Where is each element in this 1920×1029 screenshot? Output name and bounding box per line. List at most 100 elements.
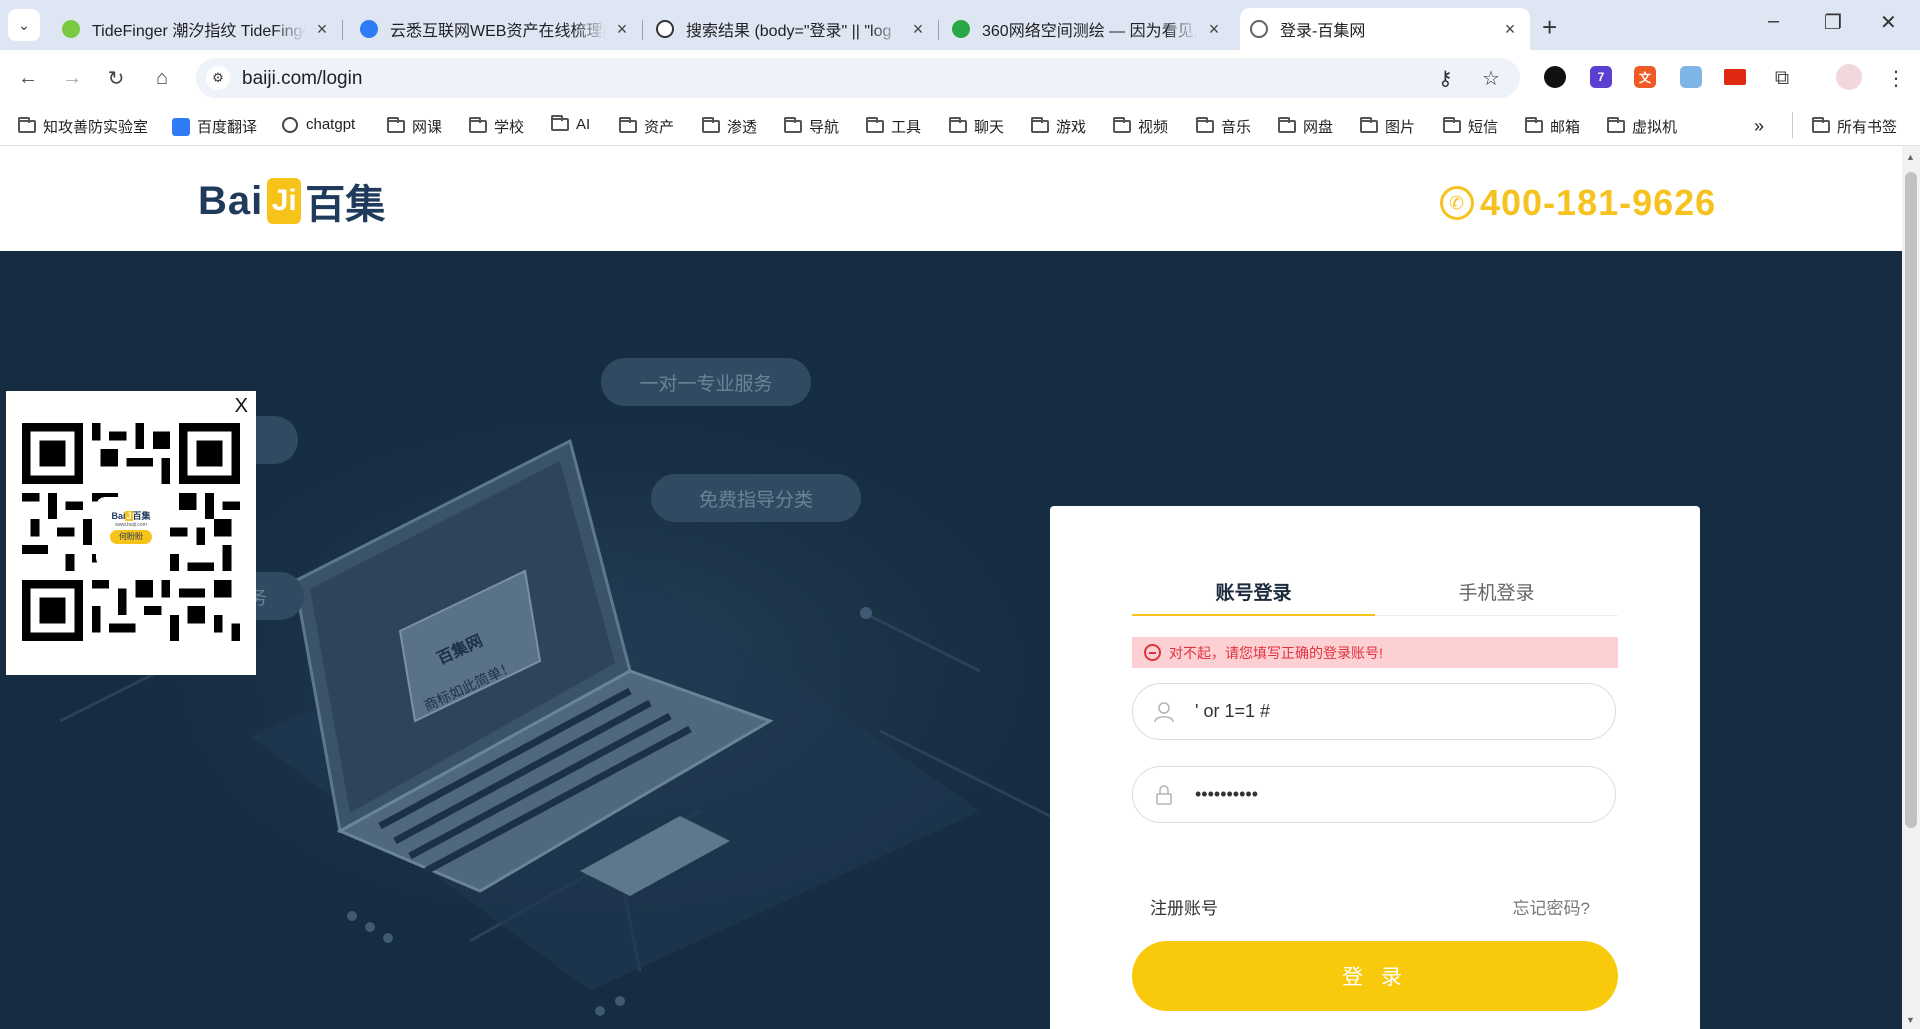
username-input[interactable] <box>1195 701 1575 722</box>
bookmark-label: 导航 <box>809 119 840 136</box>
password-input[interactable] <box>1195 784 1575 805</box>
bookmark-item[interactable]: 音乐 <box>1196 116 1251 137</box>
close-icon[interactable]: × <box>312 19 332 40</box>
extensions-puzzle-icon[interactable]: ⧉ <box>1766 62 1798 94</box>
extension-robot-icon[interactable] <box>1680 66 1702 88</box>
baiji-logo[interactable]: Bai Ji 百集 <box>198 176 385 227</box>
fofa-favicon-icon <box>656 20 674 38</box>
bookmark-label: 图片 <box>1385 119 1416 136</box>
qr-close-button[interactable]: X <box>235 395 248 418</box>
extension-translate-icon[interactable]: 文 <box>1634 66 1656 88</box>
page-viewport: Bai Ji 百集 ✆ 400-181-9626 百集网 商标如此简单！ 一对一… <box>0 146 1902 1029</box>
tab-title: 搜索结果 (body="登录" || "log <box>686 23 892 40</box>
restore-button[interactable]: ❐ <box>1824 10 1842 35</box>
site-info-icon[interactable]: ⚙ <box>206 66 230 90</box>
scroll-up-arrow-icon[interactable]: ▲ <box>1906 152 1915 162</box>
bookmark-item[interactable]: chatgpt <box>282 116 355 133</box>
tab-yunxi[interactable]: 云悉互联网WEB资产在线梳理| × <box>350 8 643 50</box>
profile-avatar[interactable] <box>1836 64 1862 90</box>
bookmark-item[interactable]: 游戏 <box>1031 116 1086 137</box>
home-button[interactable]: ⌂ <box>146 62 178 94</box>
bookmark-item[interactable]: 虚拟机 <box>1607 116 1677 137</box>
scroll-down-arrow-icon[interactable]: ▼ <box>1906 1015 1915 1025</box>
bookmark-label: 网盘 <box>1303 119 1334 136</box>
back-button[interactable]: ← <box>12 62 44 94</box>
hotline: ✆ 400-181-9626 <box>1440 182 1716 224</box>
login-tabs: 账号登录 手机登录 <box>1132 578 1618 616</box>
tab-tidefinger[interactable]: TideFinger 潮汐指纹 TideFinger × <box>52 8 343 50</box>
password-key-icon[interactable]: ⚷ <box>1438 66 1453 91</box>
bookmark-item[interactable]: 渗透 <box>702 116 757 137</box>
bookmark-item[interactable]: 视频 <box>1113 116 1168 137</box>
restore-icon: ❐ <box>1824 12 1842 34</box>
bookmark-label: 音乐 <box>1221 119 1252 136</box>
reload-icon: ↻ <box>107 67 125 90</box>
bookmark-item[interactable]: 聊天 <box>949 116 1004 137</box>
lock-icon <box>1133 784 1195 806</box>
more-bookmarks-button[interactable]: » <box>1754 116 1764 137</box>
bookmark-item[interactable]: 网课 <box>387 116 442 137</box>
bookmark-item[interactable]: 工具 <box>866 116 921 137</box>
bookmark-item[interactable]: 导航 <box>784 116 839 137</box>
bookmark-star-icon[interactable]: ☆ <box>1482 66 1500 91</box>
extension-circle-icon[interactable] <box>1544 66 1566 88</box>
arrow-right-icon: → <box>62 66 82 89</box>
close-icon[interactable]: × <box>1500 19 1520 40</box>
close-icon[interactable]: × <box>908 19 928 40</box>
tab-separator <box>342 20 343 40</box>
chevron-double-right-icon: » <box>1754 116 1765 136</box>
error-minus-circle-icon <box>1144 644 1161 661</box>
folder-icon <box>702 117 720 133</box>
all-bookmarks-button[interactable]: 所有书签 <box>1812 116 1897 137</box>
bookmark-item[interactable]: 资产 <box>619 116 674 137</box>
forgot-password-link[interactable]: 忘记密码? <box>1513 894 1590 919</box>
qr-logo-chinese: 百集 <box>132 511 151 521</box>
close-icon[interactable]: × <box>1204 19 1224 40</box>
bookmark-label: 视频 <box>1138 119 1169 136</box>
folder-icon <box>1360 117 1378 133</box>
menu-kebab-icon[interactable]: ⋮ <box>1880 62 1912 94</box>
bookmark-label: 游戏 <box>1056 119 1087 136</box>
bookmark-item[interactable]: 图片 <box>1360 116 1415 137</box>
minimize-button[interactable]: – <box>1768 10 1779 33</box>
page-scrollbar[interactable]: ▲ ▼ <box>1902 146 1920 1029</box>
username-field[interactable] <box>1132 683 1616 740</box>
tab-fofa-search[interactable]: 搜索结果 (body="登录" || "log × <box>646 8 939 50</box>
tab-search-button[interactable]: ⌄ <box>8 9 40 41</box>
folder-icon <box>551 115 569 131</box>
bookmark-item[interactable]: 网盘 <box>1278 116 1333 137</box>
password-field[interactable] <box>1132 766 1616 823</box>
bookmark-item[interactable]: 百度翻译 <box>172 116 257 137</box>
scrollbar-thumb[interactable] <box>1905 172 1917 828</box>
qr-code-popup: X BaiJ百集 www.baiji.com 何盼盼 <box>6 391 256 675</box>
bookmark-item[interactable]: 短信 <box>1443 116 1498 137</box>
login-submit-button[interactable]: 登 录 <box>1132 941 1618 1011</box>
close-window-button[interactable]: ✕ <box>1880 10 1897 35</box>
plus-icon: + <box>1542 12 1558 42</box>
tab-account-login[interactable]: 账号登录 <box>1132 578 1375 616</box>
forward-button[interactable]: → <box>56 62 88 94</box>
bookmark-item[interactable]: 知攻善防实验室 <box>18 116 148 137</box>
register-link[interactable]: 注册账号 <box>1150 894 1218 919</box>
tab-title: TideFinger 潮汐指纹 TideFinger <box>92 23 306 40</box>
new-tab-button[interactable]: + <box>1542 12 1557 43</box>
tab-title: 登录-百集网 <box>1280 23 1366 40</box>
bookmarks-divider <box>1792 112 1793 138</box>
tab-separator <box>642 20 643 40</box>
bookmark-item[interactable]: AI <box>551 115 590 133</box>
bookmark-item[interactable]: 学校 <box>469 116 524 137</box>
tab-separator <box>938 20 939 40</box>
china-flag-icon[interactable] <box>1724 69 1746 85</box>
bookmark-item[interactable]: 邮箱 <box>1525 116 1580 137</box>
close-icon[interactable]: × <box>612 19 632 40</box>
url-text[interactable]: baiji.com/login <box>242 68 362 90</box>
tab-baiji-login[interactable]: 登录-百集网 × <box>1240 8 1530 50</box>
folder-icon <box>1031 117 1049 133</box>
browser-toolbar: ← → ↻ ⌂ ⚙ baiji.com/login ⚷ ☆ 7 文 ⧉ ⋮ <box>0 50 1920 106</box>
tab-phone-login[interactable]: 手机登录 <box>1375 578 1618 616</box>
tab-360-quake[interactable]: 360网络空间测绘 — 因为看见, × <box>942 8 1234 50</box>
folder-icon <box>1607 117 1625 133</box>
extension-badge-icon[interactable]: 7 <box>1590 66 1612 88</box>
address-bar[interactable]: ⚙ baiji.com/login ⚷ ☆ <box>196 58 1520 98</box>
reload-button[interactable]: ↻ <box>100 62 132 94</box>
